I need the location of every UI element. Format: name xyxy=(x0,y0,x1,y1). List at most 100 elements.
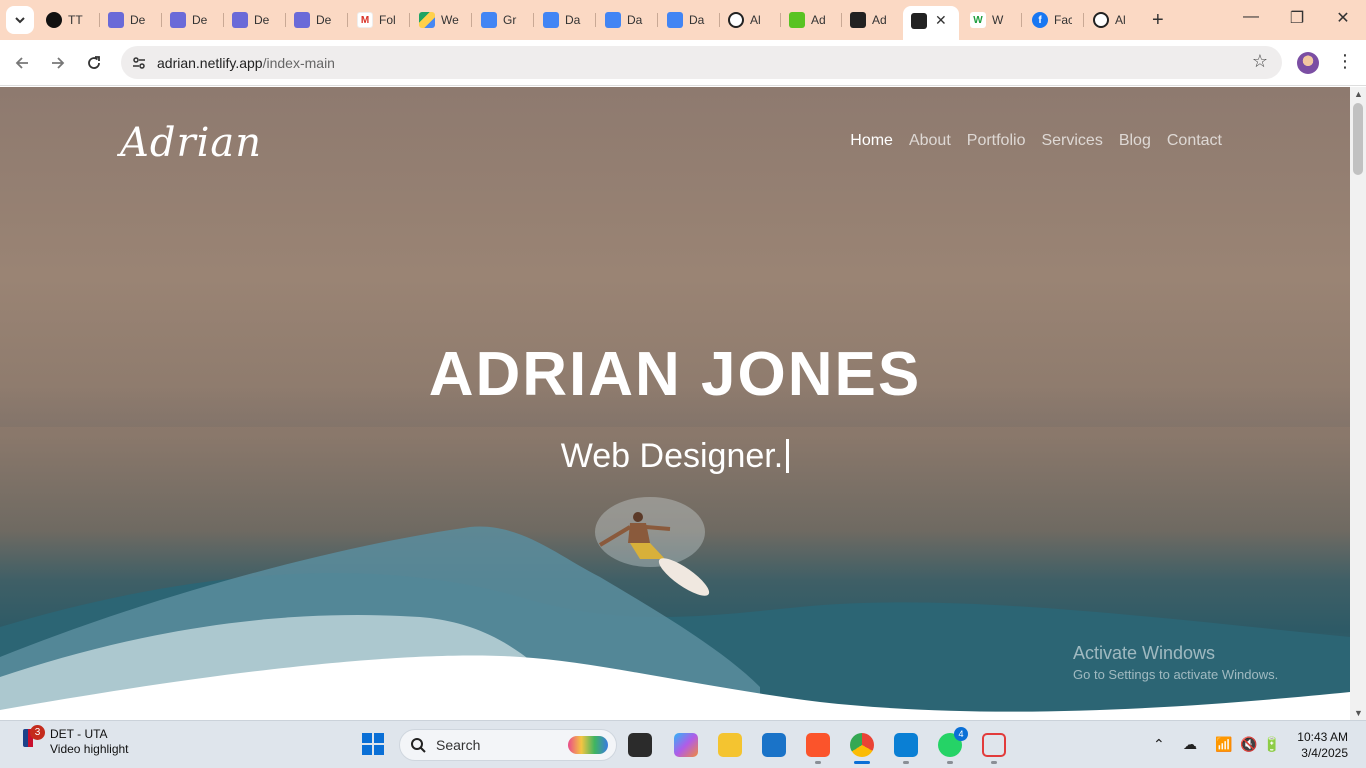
tab-title: Al xyxy=(1115,13,1126,27)
clock-date: 3/4/2025 xyxy=(1301,746,1348,760)
nav-contact[interactable]: Contact xyxy=(1167,132,1222,150)
tab-9[interactable]: Da xyxy=(543,8,583,32)
new-tab-button[interactable]: + xyxy=(1152,9,1164,32)
tab-divider xyxy=(841,13,842,27)
main-nav: Home About Portfolio Services Blog Conta… xyxy=(850,132,1222,150)
tab-divider xyxy=(223,13,224,27)
nav-services[interactable]: Services xyxy=(1041,132,1102,150)
url-path: /index-main xyxy=(262,54,335,71)
active-app-indicator xyxy=(854,761,870,764)
tab-title: De xyxy=(192,13,208,27)
surf-wave-image xyxy=(0,497,1350,720)
tab-title: We xyxy=(441,13,459,27)
tab-title: De xyxy=(316,13,332,27)
nav-blog[interactable]: Blog xyxy=(1119,132,1151,150)
tab-7[interactable]: We xyxy=(419,8,459,32)
bookmark-star-icon[interactable]: ☆ xyxy=(1252,51,1268,72)
taskbar-search[interactable]: Search xyxy=(399,729,617,761)
onedrive-sync-icon[interactable]: ☁ xyxy=(1183,736,1197,753)
whatsapp-icon[interactable]: 4 xyxy=(938,727,968,757)
tab-divider xyxy=(657,13,658,27)
reload-button[interactable] xyxy=(82,51,106,75)
start-button[interactable] xyxy=(362,733,384,755)
volume-muted-icon[interactable]: 🔇 xyxy=(1240,736,1257,753)
system-clock[interactable]: 10:43 AM 3/4/2025 xyxy=(1290,729,1348,761)
google-docs-icon xyxy=(481,12,497,28)
news-text: DET - UTA Video highlight xyxy=(50,727,129,757)
scroll-down-icon[interactable]: ▼ xyxy=(1354,708,1363,718)
hero-subtitle-text: Web Designer. xyxy=(560,437,784,475)
tab-11[interactable]: Da xyxy=(667,8,707,32)
tab-active[interactable]: ✕ xyxy=(903,6,959,40)
battery-icon[interactable]: 🔋 xyxy=(1263,736,1280,753)
close-tab-icon[interactable]: ✕ xyxy=(935,12,947,29)
file-explorer-icon[interactable] xyxy=(718,733,742,757)
tab-title: Da xyxy=(565,13,581,27)
site-logo[interactable]: Adrian xyxy=(120,120,262,166)
tab-5[interactable]: De xyxy=(294,8,334,32)
github-icon xyxy=(46,12,62,28)
url-text: adrian.netlify.app/index-main xyxy=(157,55,335,71)
chevron-down-icon xyxy=(15,17,25,24)
tab-divider xyxy=(780,13,781,27)
hero-subtitle: Web Designer. xyxy=(0,437,1350,476)
tab-8[interactable]: Gr xyxy=(481,8,521,32)
close-window-button[interactable]: ✕ xyxy=(1328,8,1358,28)
tab-strip: TT De De De De M Fol We Gr Da Da Da Al A… xyxy=(0,0,1366,40)
activate-windows-watermark: Activate Windows Go to Settings to activ… xyxy=(1073,643,1278,682)
brave-browser-icon[interactable] xyxy=(806,733,830,757)
forward-button[interactable] xyxy=(46,51,70,75)
tab-title: W xyxy=(992,13,1004,27)
copilot-icon[interactable] xyxy=(674,733,698,757)
news-title: DET - UTA xyxy=(50,727,108,741)
tray-overflow-icon[interactable]: ⌃ xyxy=(1153,736,1165,753)
tab-title: De xyxy=(130,13,146,27)
tab-6[interactable]: M Fol xyxy=(357,8,397,32)
scroll-thumb[interactable] xyxy=(1353,103,1363,175)
tab-search-button[interactable] xyxy=(6,6,34,34)
snipping-tool-icon[interactable] xyxy=(982,733,1006,757)
tab-1[interactable]: TT xyxy=(46,8,86,32)
tab-12[interactable]: Al xyxy=(728,8,768,32)
tab-divider xyxy=(285,13,286,27)
vscode-icon[interactable] xyxy=(894,733,918,757)
page-scrollbar[interactable]: ▲ ▼ xyxy=(1350,87,1366,720)
running-indicator xyxy=(991,761,997,764)
tab-14[interactable]: Ad xyxy=(850,8,890,32)
dark-site-icon xyxy=(850,12,866,28)
address-bar[interactable]: adrian.netlify.app/index-main ☆ xyxy=(121,46,1282,79)
arrow-left-icon xyxy=(15,57,28,69)
watermark-title: Activate Windows xyxy=(1073,643,1216,663)
nav-about[interactable]: About xyxy=(909,132,951,150)
profile-avatar[interactable] xyxy=(1297,52,1319,74)
chrome-icon[interactable] xyxy=(850,733,874,757)
tab-divider xyxy=(533,13,534,27)
back-button[interactable] xyxy=(10,51,34,75)
news-widget[interactable]: 3 DET - UTA Video highlight xyxy=(22,725,129,757)
tab-15[interactable]: W W xyxy=(970,8,1010,32)
tab-divider xyxy=(161,13,162,27)
tab-2[interactable]: De xyxy=(108,8,148,32)
microsoft-store-icon[interactable] xyxy=(762,733,786,757)
tab-17[interactable]: Al xyxy=(1093,8,1133,32)
nav-home[interactable]: Home xyxy=(850,132,893,150)
tab-3[interactable]: De xyxy=(170,8,210,32)
tab-13[interactable]: Ad xyxy=(789,8,829,32)
tab-4[interactable]: De xyxy=(232,8,272,32)
tab-16[interactable]: f Fac xyxy=(1032,8,1072,32)
nav-portfolio[interactable]: Portfolio xyxy=(967,132,1026,150)
google-docs-icon xyxy=(605,12,621,28)
tab-10[interactable]: Da xyxy=(605,8,645,32)
site-info-icon[interactable] xyxy=(129,53,149,73)
task-view-icon[interactable] xyxy=(628,733,652,757)
wifi-icon[interactable]: 📶 xyxy=(1215,736,1232,753)
scroll-up-icon[interactable]: ▲ xyxy=(1354,89,1363,99)
gmail-icon: M xyxy=(357,12,373,28)
search-icon xyxy=(411,738,426,753)
tab-divider xyxy=(1021,13,1022,27)
devto-icon xyxy=(232,12,248,28)
restore-button[interactable]: ❐ xyxy=(1282,8,1312,28)
browser-menu-icon[interactable]: ⋮ xyxy=(1336,51,1354,72)
minimize-button[interactable]: — xyxy=(1236,8,1266,26)
facebook-icon: f xyxy=(1032,12,1048,28)
